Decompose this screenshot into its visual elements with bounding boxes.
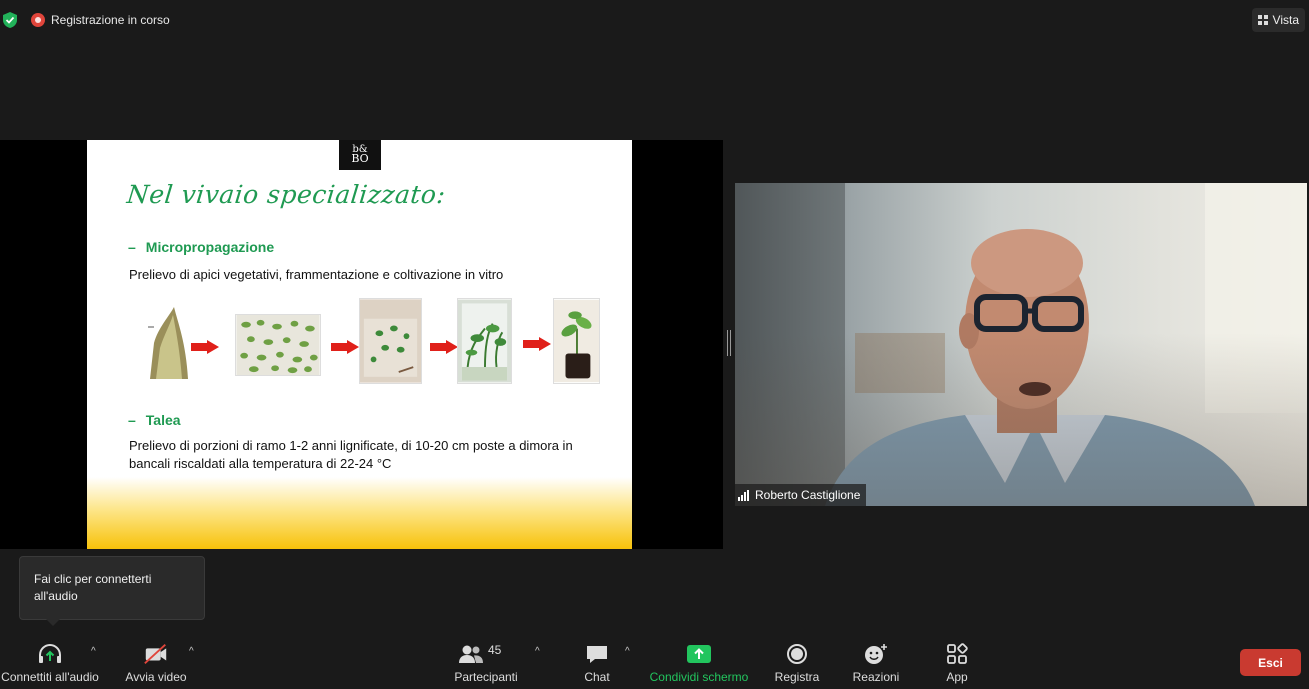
chat-button[interactable]: Chat [577, 642, 617, 684]
participants-label: Partecipanti [454, 670, 518, 684]
participant-name: Roberto Castiglione [755, 488, 861, 502]
arrow-icon [331, 340, 359, 354]
text-line: bancali riscaldati alla temperatura di 2… [129, 456, 392, 471]
leave-meeting-button[interactable]: Esci [1240, 649, 1301, 676]
section-title: Micropropagazione [145, 239, 275, 255]
security-shield-icon[interactable] [2, 11, 18, 29]
section-cutting-heading: – Talea [128, 412, 181, 428]
view-label: Vista [1272, 13, 1299, 27]
participant-name-tag: Roberto Castiglione [735, 484, 867, 506]
record-dot-icon [31, 13, 45, 27]
share-screen-icon [686, 642, 712, 666]
video-off-icon [143, 642, 169, 666]
video-options-caret-icon[interactable]: ^ [189, 646, 199, 657]
acclimatized-plant-photo [553, 298, 600, 384]
participants-options-caret-icon[interactable]: ^ [535, 646, 545, 657]
start-video-button[interactable]: Avvia video [120, 642, 192, 684]
audio-tooltip: Fai clic per connetterti all'audio [19, 556, 205, 626]
slide-title: Nel vivaio specializzato: [125, 180, 448, 209]
section-cutting-text: Prelievo di porzioni di ramo 1-2 anni li… [129, 437, 573, 473]
record-icon [784, 642, 810, 666]
arrow-icon [523, 337, 551, 351]
in-vitro-culture-photo [359, 298, 422, 384]
signal-strength-icon [738, 489, 749, 501]
section-micropropagation-text: Prelievo di apici vegetativi, frammentaz… [129, 267, 504, 282]
apps-button[interactable]: App [942, 642, 972, 684]
chat-options-caret-icon[interactable]: ^ [625, 646, 635, 657]
shared-screen: b& BO Nel vivaio specializzato: – Microp… [0, 140, 723, 549]
text-line: Prelievo di porzioni di ramo 1-2 anni li… [129, 438, 573, 453]
tooltip-line: Fai clic per connetterti [34, 572, 152, 586]
rooted-shoots-jar-photo [457, 298, 512, 384]
bullet-dash: – [128, 239, 136, 255]
arrow-icon [430, 340, 458, 354]
audio-options-caret-icon[interactable]: ^ [91, 646, 101, 657]
video-shadow [735, 333, 1307, 506]
share-screen-label: Condividi schermo [649, 670, 749, 684]
headphones-icon [37, 642, 63, 666]
record-label: Registra [774, 670, 820, 684]
chat-bubble-icon [584, 642, 610, 666]
leaf-fragments-photo [235, 314, 321, 376]
top-bar: Registrazione in corso Vista [0, 0, 1309, 40]
participants-count: 45 [488, 643, 502, 657]
tooltip-line: all'audio [34, 589, 78, 603]
view-button[interactable]: Vista [1251, 8, 1305, 32]
chat-label: Chat [584, 670, 610, 684]
plant-apex-photo [142, 303, 192, 379]
apps-label: App [946, 670, 968, 684]
recording-indicator[interactable]: Registrazione in corso [31, 10, 170, 30]
participants-icon: 45 [458, 642, 514, 666]
meeting-toolbar: Connettiti all'audio ^ Avvia video ^ 45 … [0, 628, 1309, 689]
participant-video[interactable]: Roberto Castiglione [735, 183, 1307, 506]
section-title: Talea [145, 412, 181, 428]
apps-icon [944, 642, 970, 666]
resize-handle[interactable] [727, 330, 731, 356]
reactions-button[interactable]: Reazioni [851, 642, 901, 684]
record-button[interactable]: Registra [774, 642, 820, 684]
join-audio-label: Connettiti all'audio [1, 670, 99, 684]
join-audio-button[interactable]: Connettiti all'audio [0, 642, 100, 684]
smiley-plus-icon [863, 642, 889, 666]
share-screen-button[interactable]: Condividi schermo [648, 642, 750, 684]
bullet-dash: – [128, 412, 136, 428]
recording-label: Registrazione in corso [51, 13, 170, 27]
slide-footer-gradient [87, 477, 632, 549]
reactions-label: Reazioni [852, 670, 900, 684]
arrow-icon [191, 340, 219, 354]
start-video-label: Avvia video [125, 670, 187, 684]
slide-logo: b& BO [339, 140, 381, 170]
presentation-slide: b& BO Nel vivaio specializzato: – Microp… [87, 140, 632, 549]
participants-button[interactable]: 45 Partecipanti [452, 642, 520, 684]
grid-view-icon [1257, 15, 1268, 25]
section-micropropagation-heading: – Micropropagazione [128, 239, 274, 255]
